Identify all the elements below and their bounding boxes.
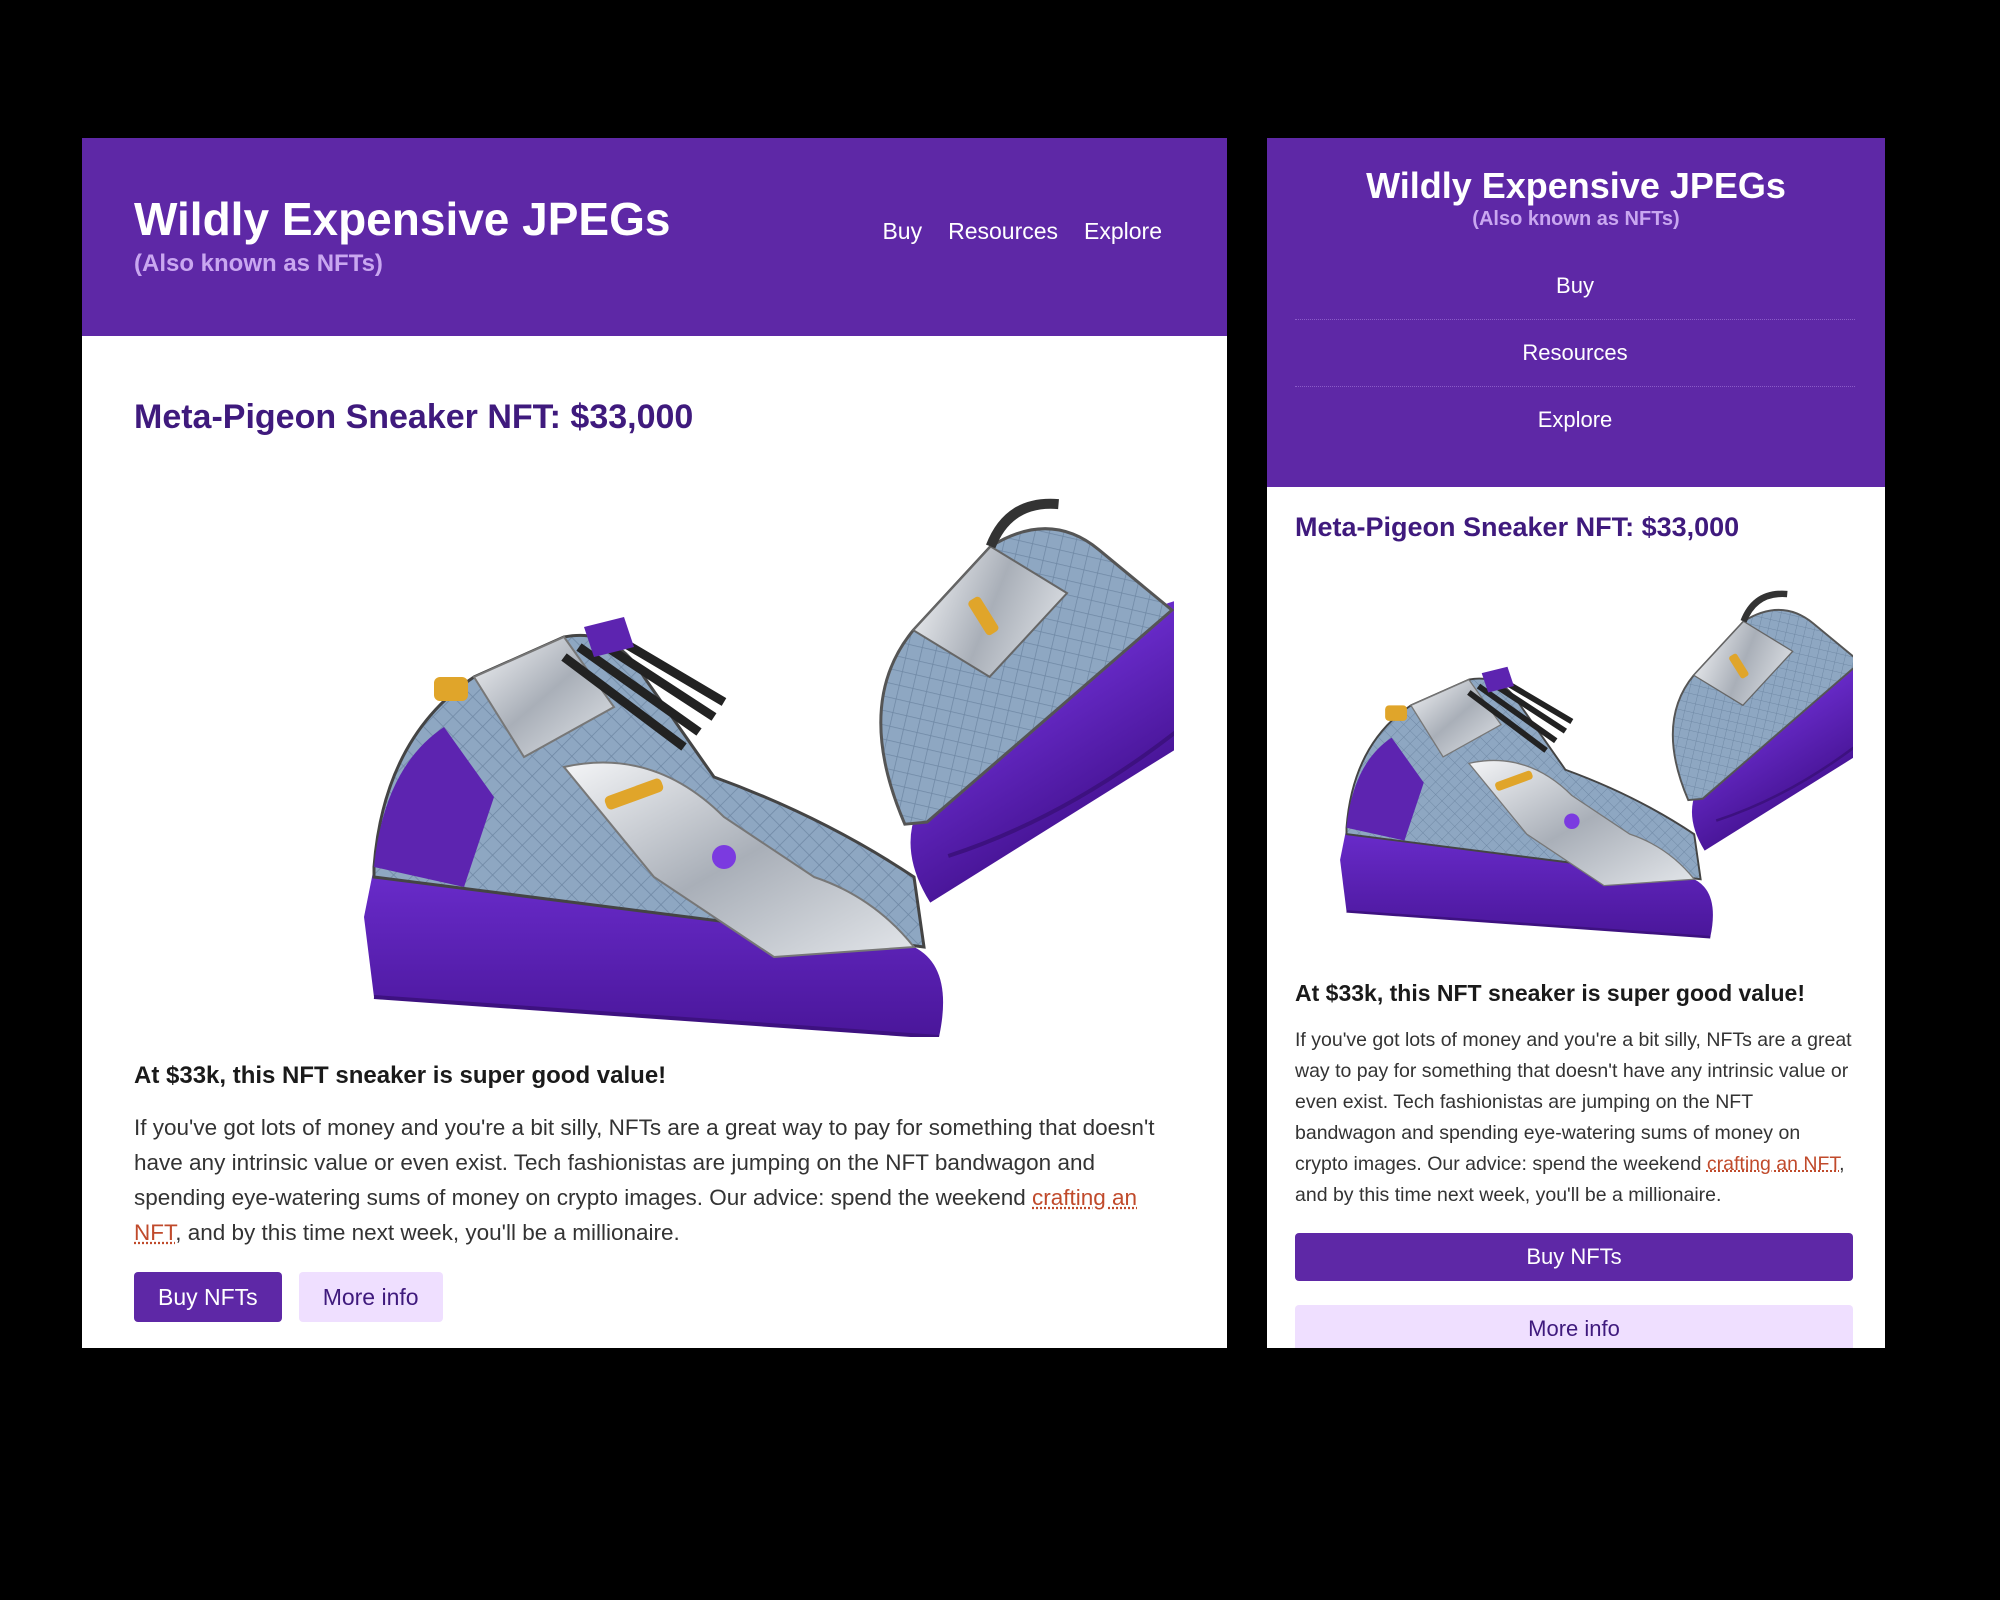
product-title: Meta-Pigeon Sneaker NFT: $33,000 — [1295, 512, 1740, 542]
main-nav-mobile: Buy Resources Explore — [1295, 253, 1855, 453]
more-info-button[interactable]: More info — [298, 1272, 443, 1322]
product-tagline: At $33k, this NFT sneaker is super good … — [134, 1062, 667, 1089]
nav-link-resources[interactable]: Resources — [1295, 320, 1855, 387]
product-description: If you've got lots of money and you're a… — [1295, 1025, 1853, 1211]
crafting-nft-link[interactable]: crafting an NFT — [1707, 1153, 1839, 1175]
nav-link-buy[interactable]: Buy — [1295, 253, 1855, 320]
button-row: Buy NFTs More info — [134, 1272, 1175, 1322]
main-content: Meta-Pigeon Sneaker NFT: $33,000 At $33k… — [82, 398, 1227, 1322]
nav-link-explore[interactable]: Explore — [1295, 387, 1855, 453]
product-tagline: At $33k, this NFT sneaker is super good … — [1295, 980, 1805, 1006]
mobile-layout: Wildly Expensive JPEGs (Also known as NF… — [1267, 138, 1885, 1348]
description-text: If you've got lots of money and you're a… — [134, 1115, 1155, 1210]
sneaker-image — [134, 457, 1174, 1037]
site-header: Wildly Expensive JPEGs (Also known as NF… — [82, 138, 1227, 336]
buy-nfts-button[interactable]: Buy NFTs — [134, 1272, 282, 1322]
site-subtitle: (Also known as NFTs) — [1472, 208, 1680, 230]
desktop-layout: Wildly Expensive JPEGs (Also known as NF… — [82, 138, 1227, 1348]
description-text-end: , and by this time next week, you'll be … — [175, 1220, 680, 1245]
nav-link-resources[interactable]: Resources — [948, 218, 1058, 245]
site-subtitle: (Also known as NFTs) — [134, 250, 383, 277]
product-title: Meta-Pigeon Sneaker NFT: $33,000 — [134, 398, 694, 436]
product-description: If you've got lots of money and you're a… — [134, 1110, 1174, 1250]
sneaker-image — [1295, 555, 1853, 955]
main-nav: Buy Resources Explore — [882, 218, 1162, 245]
nav-link-explore[interactable]: Explore — [1084, 218, 1162, 245]
buy-nfts-button[interactable]: Buy NFTs — [1295, 1233, 1853, 1281]
nav-link-buy[interactable]: Buy — [882, 218, 922, 245]
site-header-mobile: Wildly Expensive JPEGs (Also known as NF… — [1267, 138, 1885, 487]
site-title: Wildly Expensive JPEGs — [1366, 165, 1786, 206]
more-info-button[interactable]: More info — [1295, 1305, 1853, 1348]
main-content-mobile: Meta-Pigeon Sneaker NFT: $33,000 At $33k… — [1267, 512, 1885, 1348]
